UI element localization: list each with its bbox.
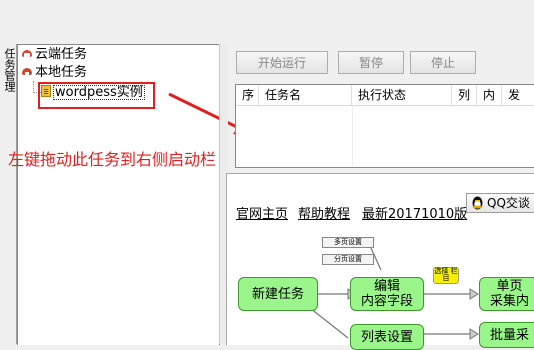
flow-paging-node: 分页设置 bbox=[322, 254, 374, 265]
stop-button[interactable]: 停止 bbox=[410, 51, 476, 74]
column-header-status[interactable]: 执行状态 bbox=[352, 85, 452, 105]
flow-single-page-node: 单页 采集内 bbox=[479, 277, 534, 311]
task-table[interactable]: 序 任务名 执行状态 列 内 发 bbox=[235, 84, 534, 168]
table-header-divider bbox=[236, 105, 534, 106]
official-site-link[interactable]: 官网主页 bbox=[236, 203, 288, 222]
column-divider bbox=[352, 106, 353, 166]
flow-batch-node: 批量采 bbox=[479, 322, 534, 348]
tree-item-local-label: 本地任务 bbox=[35, 65, 88, 80]
side-tab-label[interactable]: 任务管理 bbox=[1, 48, 16, 92]
pause-button[interactable]: 暂停 bbox=[338, 51, 404, 74]
latest-version-link[interactable]: 最新20171010版 bbox=[362, 203, 467, 222]
column-header-content[interactable]: 内 bbox=[477, 85, 502, 105]
help-tutorial-link[interactable]: 帮助教程 bbox=[298, 203, 350, 222]
qq-penguin-icon bbox=[472, 196, 483, 210]
highlight-box bbox=[38, 82, 155, 109]
column-header-index[interactable]: 序 bbox=[236, 85, 259, 105]
flow-edit-fields-node: 编辑 内容字段 bbox=[350, 277, 424, 311]
tree-item-cloud-tasks[interactable]: 云端任务 bbox=[21, 47, 87, 63]
flow-new-task-node: 新建任务 bbox=[238, 277, 318, 311]
tree-item-local-tasks[interactable]: 本地任务 bbox=[21, 65, 87, 81]
local-task-icon bbox=[21, 65, 33, 77]
flow-list-settings-node: 列表设置 bbox=[350, 324, 424, 350]
flow-select-column-node: 选择 栏目 bbox=[433, 267, 459, 284]
column-header-task-name[interactable]: 任务名 bbox=[259, 85, 352, 105]
tree-item-cloud-label: 云端任务 bbox=[35, 47, 88, 62]
flow-multi-page-node: 多页设置 bbox=[322, 237, 374, 248]
cloud-task-icon bbox=[21, 47, 33, 59]
start-run-button[interactable]: 开始运行 bbox=[236, 51, 328, 74]
drag-instruction: 左键拖动此任务到右侧启动栏 bbox=[8, 150, 217, 169]
column-header-publish[interactable]: 发 bbox=[502, 85, 534, 105]
column-header-list[interactable]: 列 bbox=[452, 85, 477, 105]
